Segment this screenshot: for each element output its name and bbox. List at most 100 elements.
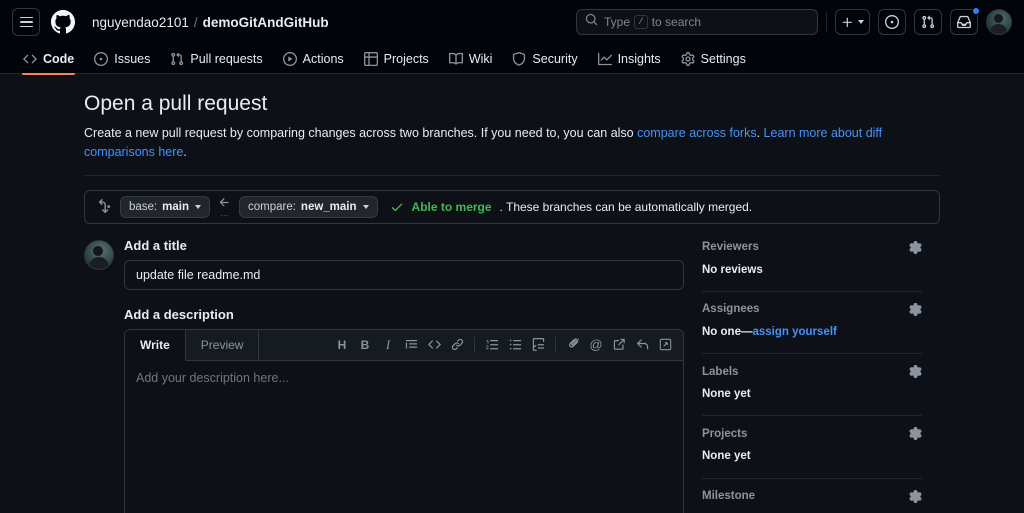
search-placeholder: Type / to search (604, 15, 702, 29)
pr-title-input[interactable] (124, 259, 684, 290)
sidebar-section-milestone: Milestone No milestone (702, 479, 922, 513)
sidebar-section-assignees: Assignees No one—assign yourself (702, 292, 922, 354)
toolbar-separator (555, 337, 556, 352)
sidebar-section-title: Reviewers (702, 241, 759, 253)
play-icon (282, 51, 297, 66)
mention-icon[interactable]: @ (585, 334, 607, 356)
app-header: nguyendao2101 / demoGitAndGitHub Type / … (0, 0, 1024, 44)
slash-key-badge: / (634, 15, 648, 29)
sidebar-section-value: No reviews (702, 263, 763, 276)
repo-nav-projects[interactable]: Projects (355, 44, 438, 74)
page-title: Open a pull request (84, 92, 268, 115)
tab-write[interactable]: Write (125, 329, 186, 361)
subtitle-text-2: . (756, 126, 764, 140)
reply-icon[interactable] (631, 334, 653, 356)
sidebar-section-title: Assignees (702, 303, 760, 316)
merge-message: . These branches can be automatically me… (499, 199, 753, 214)
main-grid: Add a title Add a description Write Prev… (84, 238, 940, 513)
gear-icon[interactable] (909, 240, 922, 254)
repo-nav-code[interactable]: Code (14, 44, 83, 75)
description-label: Add a description (124, 306, 234, 322)
header-right-group: Type / to search (576, 7, 1012, 35)
sidebar-section-value: None yet (702, 388, 751, 400)
search-icon (585, 13, 598, 31)
search-input[interactable]: Type / to search (576, 9, 818, 35)
notifications-button[interactable] (950, 7, 980, 35)
shield-icon (512, 51, 526, 66)
assignees-none-label: No one— (702, 325, 753, 338)
base-branch-dropdown[interactable]: base: main (120, 195, 210, 218)
breadcrumb-owner[interactable]: nguyendao2101 (92, 15, 189, 30)
page-container: Open a pull request Create a new pull re… (84, 74, 940, 513)
repo-nav-label: Insights (617, 51, 661, 66)
breadcrumb-repo[interactable]: demoGitAndGitHub (203, 15, 329, 30)
repo-nav-wiki[interactable]: Wiki (440, 44, 502, 74)
composer-column: Add a title Add a description Write Prev… (84, 238, 684, 513)
tab-preview[interactable]: Preview (186, 329, 260, 360)
gear-icon[interactable] (909, 489, 922, 503)
avatar[interactable] (986, 9, 1012, 35)
compare-branch-prefix: compare: (247, 200, 296, 213)
repo-nav-label: Actions (302, 51, 344, 66)
github-logo-icon[interactable] (50, 9, 76, 35)
cross-reference-icon[interactable] (608, 334, 630, 356)
page-body: Open a pull request Create a new pull re… (0, 74, 1024, 513)
repo-nav-issues[interactable]: Issues (85, 44, 159, 74)
subtitle-text-3: . (183, 144, 187, 159)
page-subtitle: Create a new pull request by comparing c… (84, 124, 940, 162)
compare-across-forks-link[interactable]: compare across forks (637, 126, 756, 140)
sidebar-section-projects: Projects None yet (702, 416, 922, 479)
ordered-list-icon[interactable] (481, 334, 503, 356)
repo-nav-actions[interactable]: Actions (274, 44, 353, 74)
markdown-toolbar: H B I @ (331, 330, 683, 360)
repo-nav-security[interactable]: Security (503, 44, 586, 74)
header-divider (826, 12, 827, 32)
issue-opened-icon (94, 51, 109, 66)
compare-branch-dropdown[interactable]: compare: new_main (238, 195, 378, 218)
link-icon[interactable] (446, 334, 468, 356)
repo-nav-pull-requests[interactable]: Pull requests (161, 44, 271, 74)
bold-icon[interactable]: B (354, 334, 376, 356)
heading-icon[interactable]: H (331, 334, 353, 356)
repo-nav-label: Code (43, 51, 75, 66)
issues-button[interactable] (878, 9, 906, 35)
toolbar-separator (474, 337, 475, 352)
plus-icon (842, 17, 852, 27)
git-pull-request-icon (922, 15, 935, 29)
attach-file-icon[interactable] (562, 334, 584, 356)
create-new-button[interactable] (835, 9, 870, 35)
branch-comparison-bar: base: main ... compare: new_main Able to… (84, 189, 940, 224)
quote-icon[interactable] (400, 334, 422, 356)
assign-yourself-link[interactable]: assign yourself (752, 326, 836, 338)
repo-nav-label: Projects (383, 51, 429, 66)
pull-requests-button[interactable] (914, 9, 942, 35)
breadcrumb: nguyendao2101 / demoGitAndGitHub (92, 15, 329, 30)
fullscreen-icon[interactable] (654, 334, 676, 356)
merge-status: Able to merge (411, 199, 492, 214)
gear-icon[interactable] (909, 302, 922, 316)
gear-icon[interactable] (909, 365, 922, 378)
task-list-icon[interactable] (527, 334, 549, 356)
compare-icon (97, 199, 112, 214)
notification-indicator (972, 7, 980, 15)
sidebar-section-labels: Labels None yet (702, 354, 922, 417)
unordered-list-icon[interactable] (504, 334, 526, 356)
chevron-down-icon (362, 204, 369, 209)
repo-nav-label: Pull requests (190, 51, 263, 66)
arrow-left-icon: ... (218, 196, 231, 218)
base-branch-name: main (162, 200, 189, 213)
book-icon (448, 52, 463, 66)
code-icon[interactable] (423, 334, 445, 356)
table-icon (363, 51, 378, 66)
repo-nav-settings[interactable]: Settings (672, 44, 755, 74)
issue-opened-icon (885, 15, 899, 29)
repo-nav-insights[interactable]: Insights (589, 44, 670, 74)
gear-icon[interactable] (909, 427, 922, 441)
pr-description-textarea[interactable] (125, 360, 683, 513)
sidebar-section-value: No one—assign yourself (702, 324, 922, 341)
repo-nav-label: Settings (700, 51, 746, 66)
hamburger-icon[interactable] (12, 8, 40, 36)
repo-nav-label: Security (532, 51, 578, 66)
italic-icon[interactable]: I (377, 334, 399, 356)
sidebar-section-reviewers: Reviewers No reviews (702, 240, 922, 292)
